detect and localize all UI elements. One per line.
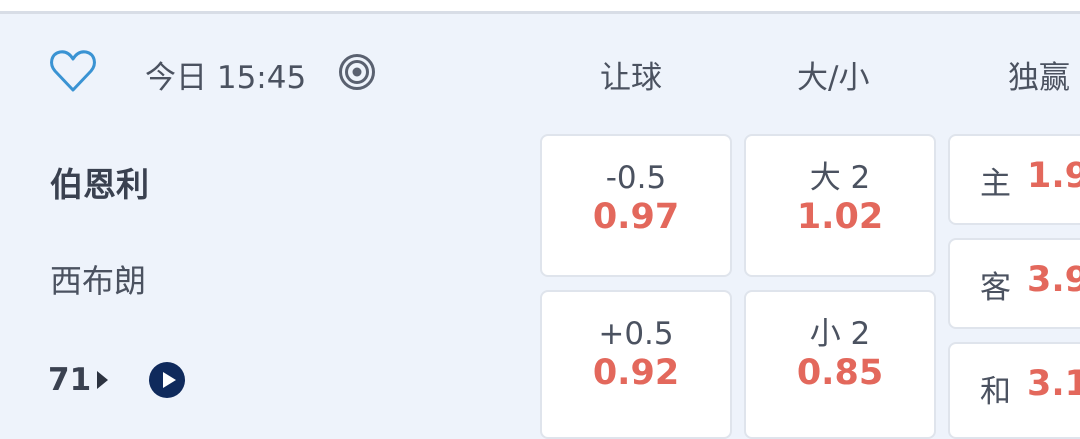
match-time: 今日 15:45 <box>145 60 307 96</box>
column-header-over-under: 大/小 <box>797 60 870 96</box>
heart-outline-icon <box>50 50 96 92</box>
total-line: 小 2 <box>809 316 871 352</box>
column-header-handicap: 让球 <box>600 60 662 96</box>
live-stream-button[interactable] <box>149 362 185 398</box>
away-team-name: 西布朗 <box>50 262 147 300</box>
odds-value: 1.9 <box>1027 156 1080 196</box>
home-team-name: 伯恩利 <box>50 165 149 204</box>
winner-label: 客 <box>980 270 1011 306</box>
top-band <box>0 0 1080 11</box>
winner-label: 主 <box>980 166 1011 202</box>
handicap-line: -0.5 <box>605 160 667 196</box>
top-divider <box>0 11 1080 14</box>
winner-draw-odds-button[interactable]: 和 3.1 <box>948 342 1080 439</box>
more-markets-count: 71 <box>48 362 92 398</box>
target-icon[interactable] <box>338 53 376 91</box>
handicap-home-odds-button[interactable]: -0.5 0.97 <box>540 134 732 277</box>
total-line: 大 2 <box>809 160 871 196</box>
odds-value: 0.97 <box>592 197 680 237</box>
winner-home-odds-button[interactable]: 主 1.9 <box>948 134 1080 225</box>
odds-value: 0.85 <box>796 353 884 393</box>
odds-value: 0.92 <box>592 353 680 393</box>
under-odds-button[interactable]: 小 2 0.85 <box>744 290 936 439</box>
caret-right-icon <box>97 371 109 389</box>
odds-value: 1.02 <box>796 197 884 237</box>
winner-label: 和 <box>980 374 1011 410</box>
more-markets-button[interactable]: 71 <box>48 362 109 398</box>
favorite-button[interactable] <box>48 46 98 96</box>
handicap-away-odds-button[interactable]: +0.5 0.92 <box>540 290 732 439</box>
odds-value: 3.9 <box>1027 260 1080 300</box>
handicap-line: +0.5 <box>598 316 674 352</box>
play-circle-icon <box>149 362 185 398</box>
winner-away-odds-button[interactable]: 客 3.9 <box>948 238 1080 329</box>
column-header-match-winner: 独赢 <box>1008 60 1070 96</box>
over-odds-button[interactable]: 大 2 1.02 <box>744 134 936 277</box>
odds-value: 3.1 <box>1027 364 1080 404</box>
